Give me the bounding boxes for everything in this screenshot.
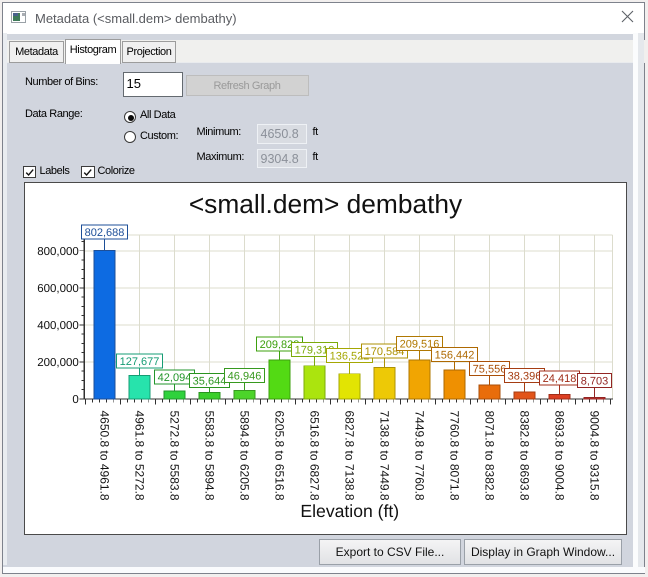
svg-text:24,418: 24,418 xyxy=(543,373,577,385)
svg-text:75,556: 75,556 xyxy=(473,364,507,376)
svg-text:5272.8 to 5583.8: 5272.8 to 5583.8 xyxy=(168,411,182,501)
svg-text:800,000: 800,000 xyxy=(37,246,79,258)
svg-text:46,946: 46,946 xyxy=(228,371,262,383)
svg-text:6827.8 to 7138.8: 6827.8 to 7138.8 xyxy=(343,411,357,501)
svg-text:7138.8 to 7449.8: 7138.8 to 7449.8 xyxy=(378,411,392,501)
svg-text:8071.8 to 8382.8: 8071.8 to 8382.8 xyxy=(483,411,497,501)
svg-text:9004.8 to 9315.8: 9004.8 to 9315.8 xyxy=(588,411,602,501)
svg-text:8,703: 8,703 xyxy=(581,376,609,388)
svg-text:6516.8 to 6827.8: 6516.8 to 6827.8 xyxy=(308,411,322,501)
svg-text:156,442: 156,442 xyxy=(435,350,475,362)
svg-text:42,094: 42,094 xyxy=(158,372,192,384)
svg-text:4961.8 to 5272.8: 4961.8 to 5272.8 xyxy=(133,411,147,501)
svg-text:8382.8 to 8693.8: 8382.8 to 8693.8 xyxy=(518,411,532,501)
svg-text:400,000: 400,000 xyxy=(37,320,79,332)
svg-text:5583.8 to 5894.8: 5583.8 to 5894.8 xyxy=(203,411,217,501)
svg-text:7449.8 to 7760.8: 7449.8 to 7760.8 xyxy=(413,411,427,501)
svg-text:0: 0 xyxy=(72,394,78,406)
svg-text:127,677: 127,677 xyxy=(120,356,160,368)
svg-text:35,644: 35,644 xyxy=(193,376,227,388)
svg-text:38,396: 38,396 xyxy=(508,371,542,383)
svg-text:8693.8 to 9004.8: 8693.8 to 9004.8 xyxy=(553,411,567,501)
svg-text:<small.dem> dembathy: <small.dem> dembathy xyxy=(189,189,463,219)
svg-text:7760.8 to 8071.8: 7760.8 to 8071.8 xyxy=(448,411,462,501)
svg-text:4650.8 to 4961.8: 4650.8 to 4961.8 xyxy=(98,411,112,501)
svg-text:Elevation (ft): Elevation (ft) xyxy=(300,501,399,521)
svg-text:200,000: 200,000 xyxy=(37,357,79,369)
svg-text:5894.8 to 6205.8: 5894.8 to 6205.8 xyxy=(238,411,252,501)
svg-text:600,000: 600,000 xyxy=(37,283,79,295)
svg-text:6205.8 to 6516.8: 6205.8 to 6516.8 xyxy=(273,411,287,501)
svg-text:802,688: 802,688 xyxy=(85,227,125,239)
